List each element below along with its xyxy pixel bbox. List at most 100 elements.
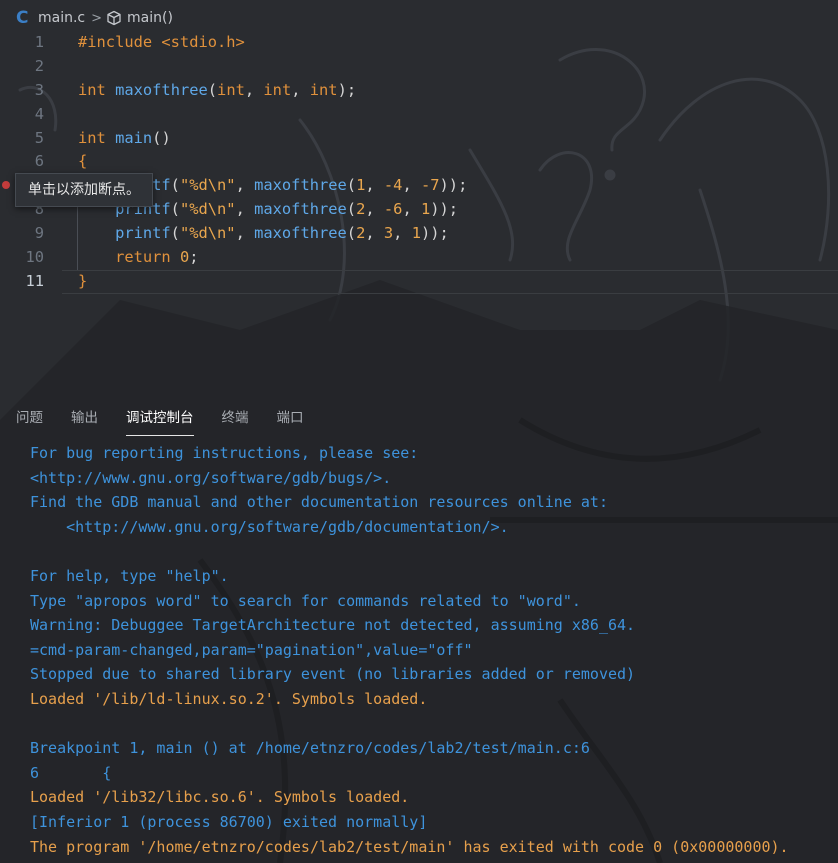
line-number[interactable]: 2 xyxy=(0,55,44,79)
line-number[interactable]: 10 xyxy=(0,246,44,270)
line-number[interactable]: 5 xyxy=(0,127,44,151)
code-token: 1 xyxy=(411,224,421,243)
code-token: "%d\n" xyxy=(179,200,236,219)
code-token: 2 xyxy=(356,224,366,243)
code-token: maxofthree xyxy=(254,176,347,195)
console-line: 6 { xyxy=(30,763,112,782)
line-number[interactable]: 6 xyxy=(0,150,44,174)
panel-tabs: 问题 输出 调试控制台 终端 端口 xyxy=(0,400,838,436)
console-line: Loaded '/lib/ld-linux.so.2'. Symbols loa… xyxy=(30,689,428,708)
code-token: , xyxy=(393,224,412,243)
code-token: ); xyxy=(337,80,357,99)
code-token: )); xyxy=(430,200,459,219)
code-token: , xyxy=(235,224,255,243)
code-text[interactable]: printf("%d\n", maxofthree(2, 3, 1)); xyxy=(78,222,449,246)
code-token: int xyxy=(263,80,292,99)
code-line[interactable]: 11} xyxy=(0,269,838,294)
code-text[interactable]: return 0; xyxy=(78,246,199,270)
vscode-window: C main.c > main() 1 #include <stdio.h> 2 3 i… xyxy=(0,0,838,863)
code-token: -4 xyxy=(383,176,403,195)
console-line: Stopped due to shared library event (no … xyxy=(30,665,636,684)
code-token: ( xyxy=(170,200,180,219)
code-token: ( xyxy=(170,224,180,243)
code-token: , xyxy=(365,200,384,219)
line-number[interactable]: 4 xyxy=(0,103,44,127)
code-token: "%d\n" xyxy=(179,224,236,243)
code-line[interactable]: 2 xyxy=(0,55,838,79)
code-line[interactable]: 5 int main() xyxy=(0,127,838,151)
code-token: ( xyxy=(346,224,357,243)
code-token: , xyxy=(365,176,384,195)
code-token: 0 xyxy=(179,248,190,267)
code-token: ( xyxy=(207,80,218,99)
console-line: <http://www.gnu.org/software/gdb/documen… xyxy=(30,517,509,536)
console-line: Loaded '/lib32/libc.so.6'. Symbols loade… xyxy=(30,788,410,807)
code-line[interactable]: 3 int maxofthree(int, int, int); xyxy=(0,79,838,103)
code-token: , xyxy=(402,176,421,195)
line-number[interactable]: 1 xyxy=(0,31,44,55)
breakpoint-hint-dot[interactable] xyxy=(2,181,10,189)
code-token: maxofthree xyxy=(115,80,208,99)
panel-tab[interactable]: 终端 xyxy=(222,400,249,436)
code-token: )); xyxy=(421,224,449,243)
code-token: 3 xyxy=(383,224,394,243)
console-line: Warning: Debuggee TargetArchitecture not… xyxy=(30,616,636,635)
panel-tab[interactable]: 问题 xyxy=(16,400,43,436)
code-token: -6 xyxy=(383,200,403,219)
code-line[interactable]: 1 #include <stdio.h> xyxy=(0,31,838,55)
console-line: For help, type "help". xyxy=(30,566,229,585)
code-text[interactable]: int main() xyxy=(78,127,171,151)
console-line: Type "apropos word" to search for comman… xyxy=(30,591,581,610)
code-line[interactable]: 9 printf("%d\n", maxofthree(2, 3, 1)); xyxy=(0,222,838,246)
code-text[interactable]: { xyxy=(78,150,87,174)
console-line: Find the GDB manual and other documentat… xyxy=(30,493,608,512)
code-token: , xyxy=(235,176,255,195)
code-token: int xyxy=(78,80,106,99)
line-number[interactable]: 11 xyxy=(0,270,44,294)
panel-tab[interactable]: 输出 xyxy=(71,400,98,436)
code-line[interactable]: 10 return 0; xyxy=(0,246,838,270)
console-line: <http://www.gnu.org/software/gdb/bugs/>. xyxy=(30,468,392,487)
code-token: , xyxy=(291,80,310,99)
breadcrumb-file[interactable]: main.c xyxy=(38,10,85,26)
code-line[interactable]: 4 xyxy=(0,103,838,127)
code-text[interactable]: } xyxy=(78,270,87,294)
code-token: ; xyxy=(189,248,199,267)
breakpoint-tooltip: 单击以添加断点。 xyxy=(15,173,153,207)
code-line[interactable]: 6{ xyxy=(0,150,838,174)
code-token: () xyxy=(152,128,171,147)
chevron-right-icon: > xyxy=(91,10,103,26)
panel-tab[interactable]: 调试控制台 xyxy=(126,400,194,436)
code-token: return xyxy=(78,248,171,267)
code-token: } xyxy=(78,271,88,290)
line-number[interactable]: 9 xyxy=(0,222,44,246)
code-editor[interactable]: 1 #include <stdio.h> 2 3 int maxofthree(int,… xyxy=(0,31,838,294)
code-token: printf xyxy=(78,224,171,243)
code-token: #include <stdio.h> xyxy=(78,33,245,51)
code-token: maxofthree xyxy=(254,224,347,243)
breadcrumb-symbol[interactable]: main() xyxy=(127,10,173,26)
panel-tab[interactable]: 端口 xyxy=(277,400,304,436)
code-token: ( xyxy=(170,176,180,195)
console-line: [Inferior 1 (process 86700) exited norma… xyxy=(30,812,428,831)
code-token: , xyxy=(235,200,255,219)
console-line: =cmd-param-changed,param="pagination",va… xyxy=(30,640,473,659)
code-text[interactable]: int maxofthree(int, int, int); xyxy=(78,79,356,103)
code-token: 1 xyxy=(356,176,366,195)
code-token: main xyxy=(115,128,153,147)
code-token: , xyxy=(365,224,384,243)
cube-icon xyxy=(107,10,121,26)
code-token: 2 xyxy=(356,200,366,219)
code-text[interactable]: #include <stdio.h> xyxy=(78,31,245,55)
console-line: For bug reporting instructions, please s… xyxy=(30,444,419,462)
code-token: ( xyxy=(346,200,357,219)
console-line: Breakpoint 1, main () at /home/etnzro/co… xyxy=(30,739,590,758)
code-token: , xyxy=(244,80,264,99)
console-line: The program '/home/etnzro/codes/lab2/tes… xyxy=(30,837,789,856)
line-number[interactable]: 3 xyxy=(0,79,44,103)
code-token: int xyxy=(217,80,245,99)
